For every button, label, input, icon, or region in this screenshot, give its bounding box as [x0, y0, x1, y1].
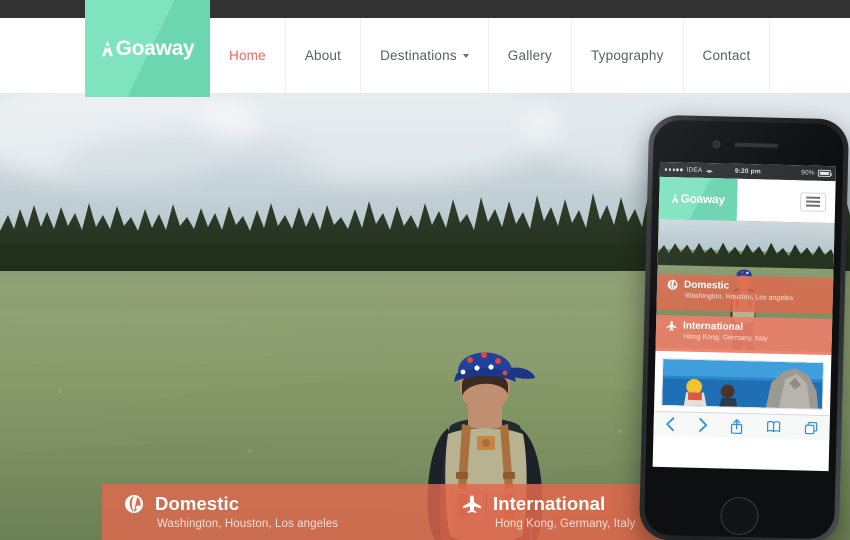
phone-banner-international[interactable]: International Hong Kong, Germany, Italy: [655, 314, 833, 356]
battery-percent-label: 90%: [801, 169, 815, 177]
nav-item-home[interactable]: Home: [210, 18, 285, 93]
phone-banner-international-title: International: [682, 320, 744, 333]
nav-item-label: About: [304, 48, 342, 63]
nav-item-label: Contact: [702, 48, 751, 63]
nav-item-label: Home: [229, 48, 266, 63]
back-chevron-icon[interactable]: [665, 417, 675, 432]
status-time: 9:20 pm: [734, 167, 761, 176]
chevron-down-icon: [462, 53, 469, 58]
site-logo-text: Goaway: [101, 37, 195, 61]
page-root: Home About Destinations Gallery Typograp…: [0, 0, 850, 540]
phone-banner-domestic[interactable]: Domestic Washington, Houston, Los angele…: [656, 273, 834, 315]
airplane-letter-a-icon: [101, 40, 114, 57]
phone-site-logo[interactable]: Goaway: [658, 176, 738, 221]
airplane-icon: [666, 320, 677, 331]
battery-icon: [817, 170, 831, 177]
nav-item-label: Typography: [590, 48, 664, 63]
nav-item-label: Destinations: [380, 48, 457, 63]
site-logo-brand: Goaway: [115, 36, 195, 60]
phone-banner-international-subtitle: Hong Kong, Germany, Italy: [683, 333, 768, 343]
phone-logo-text: Goaway: [671, 191, 725, 206]
globe-icon: [667, 279, 678, 290]
banner-international-title: International: [493, 493, 606, 514]
banner-domestic-subtitle: Washington, Houston, Los angeles: [157, 518, 339, 530]
phone-banner-domestic-subtitle: Washington, Houston, Los angeles: [684, 292, 794, 303]
airplane-icon: [463, 495, 481, 513]
phone-gallery-image[interactable]: [661, 358, 825, 410]
nav-item-gallery[interactable]: Gallery: [487, 18, 571, 93]
nav-item-about[interactable]: About: [284, 18, 360, 93]
wifi-icon: [705, 169, 713, 173]
banner-domestic-title: Domestic: [155, 493, 240, 514]
phone-screen: IDEA 9:20 pm 90% Goaway Domestic Washing…: [652, 161, 837, 472]
banner-domestic[interactable]: Domestic Washington, Houston, Los angele…: [102, 484, 440, 540]
forward-chevron-icon[interactable]: [698, 418, 707, 432]
share-icon[interactable]: [731, 418, 743, 434]
nav-item-label: Gallery: [507, 48, 552, 63]
phone-mockup: IDEA 9:20 pm 90% Goaway Domestic Washing…: [638, 114, 850, 540]
nav-left-spacer: [0, 18, 85, 93]
nav-right-filler: [769, 18, 850, 93]
nav-item-destinations[interactable]: Destinations: [360, 18, 488, 93]
signal-strength-icon: [664, 168, 683, 172]
globe-icon: [125, 495, 143, 513]
hamburger-menu-icon[interactable]: [799, 191, 827, 212]
phone-banner-domestic-title: Domestic: [683, 279, 730, 292]
airplane-letter-a-icon: [671, 193, 679, 203]
nav-item-typography[interactable]: Typography: [570, 18, 683, 93]
phone-logo-brand: Goaway: [680, 191, 725, 207]
site-logo[interactable]: Goaway: [85, 0, 210, 97]
phone-site-navigation: Goaway: [658, 176, 836, 224]
phone-browser-toolbar: [653, 410, 830, 441]
banner-domestic-heading: Domestic: [124, 493, 440, 515]
nav-item-contact[interactable]: Contact: [682, 18, 770, 93]
battery-status: 90%: [801, 169, 831, 177]
bookmarks-book-icon[interactable]: [767, 421, 781, 433]
nav-links: Home About Destinations Gallery Typograp…: [210, 18, 850, 93]
carrier-label: IDEA: [686, 166, 703, 174]
tabs-icon[interactable]: [804, 421, 818, 434]
